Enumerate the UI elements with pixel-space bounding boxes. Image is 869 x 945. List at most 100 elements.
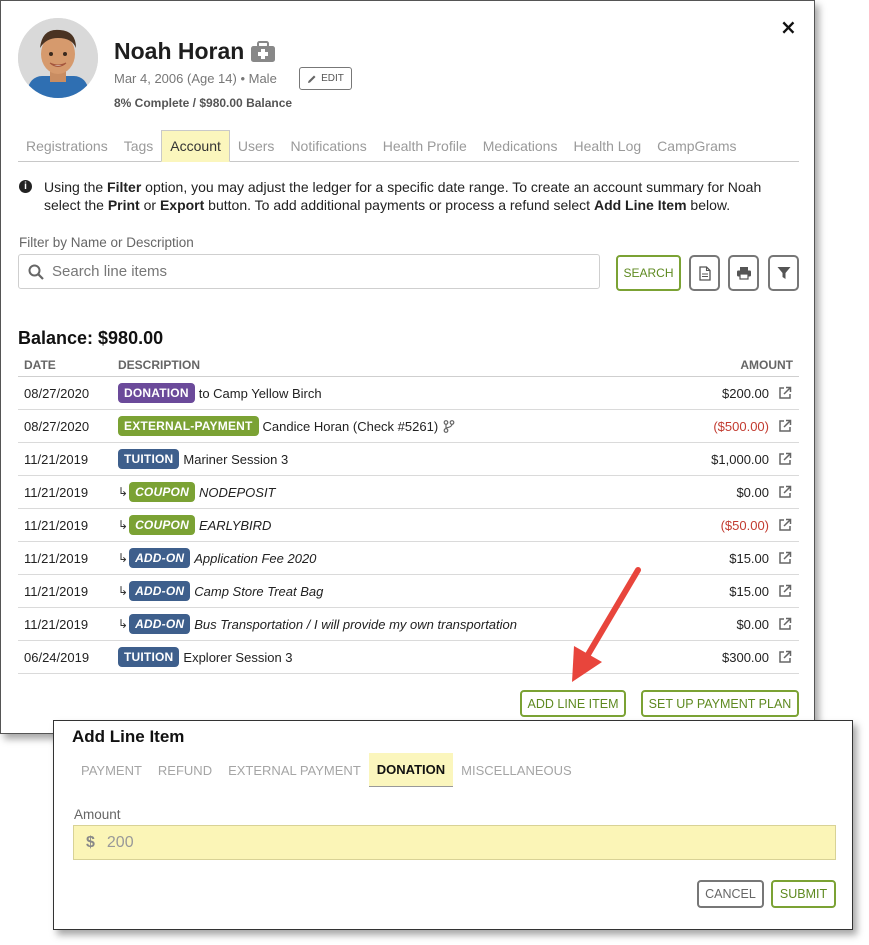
tab-health-log[interactable]: Health Log — [565, 130, 649, 161]
type-badge: COUPON — [129, 515, 195, 535]
student-meta: Mar 4, 2006 (Age 14) • Male — [114, 71, 277, 86]
description-text: Application Fee 2020 — [194, 550, 317, 566]
row-date: 11/21/2019 — [24, 451, 89, 467]
row-date: 11/21/2019 — [24, 583, 89, 599]
tab-bar: Registrations Tags Account Users Notificatio… — [18, 130, 799, 162]
edit-label: EDIT — [321, 73, 344, 84]
row-date: 06/24/2019 — [24, 649, 90, 665]
payment-plan-button[interactable]: SET UP PAYMENT PLAN — [641, 690, 799, 717]
header-amount: AMOUNT — [740, 357, 793, 372]
print-button[interactable] — [728, 255, 759, 291]
external-link-icon[interactable] — [778, 485, 792, 499]
type-badge: ADD-ON — [129, 614, 191, 634]
row-date: 11/21/2019 — [24, 484, 89, 500]
sub-item-arrow-icon: ↳ — [118, 584, 129, 598]
line-item-type-tabs: PAYMENT REFUND EXTERNAL PAYMENT DONATION MIS… — [73, 753, 580, 787]
description-text: to Camp Yellow Birch — [198, 385, 322, 401]
sub-item-arrow-icon: ↳ — [118, 518, 129, 532]
table-row: 11/21/2019 ↳ COUPON EARLYBIRD ($50.00) — [18, 509, 799, 542]
table-row: 11/21/2019 ↳ COUPON NODEPOSIT $0.00 — [18, 476, 799, 509]
export-button[interactable] — [689, 255, 720, 291]
row-description: TUITION Mariner Session 3 — [118, 449, 659, 469]
row-date: 08/27/2020 — [24, 385, 90, 401]
account-modal: × Noah Horan Mar 4, 2006 (Age 14) • Male… — [0, 0, 815, 734]
description-text: Explorer Session 3 — [183, 649, 293, 665]
medical-kit-icon[interactable] — [250, 41, 276, 63]
tab-donation[interactable]: DONATION — [368, 753, 454, 787]
external-link-icon[interactable] — [778, 584, 792, 598]
row-description: ↳ COUPON EARLYBIRD — [118, 515, 659, 535]
description-text: Candice Horan (Check #5261) — [262, 418, 439, 434]
tab-registrations[interactable]: Registrations — [18, 130, 116, 161]
search-box[interactable] — [18, 254, 600, 289]
amount-value[interactable]: 200 — [107, 834, 134, 852]
info-icon: i — [19, 180, 32, 193]
table-row: 11/21/2019 ↳ ADD-ON Application Fee 2020 $15… — [18, 542, 799, 575]
type-badge: ADD-ON — [129, 581, 191, 601]
external-link-icon[interactable] — [778, 617, 792, 631]
info-message: i Using the Filter option, you may adjus… — [19, 178, 794, 214]
table-row: 06/24/2019 TUITION Explorer Session 3 $300.… — [18, 641, 799, 674]
tab-campgrams[interactable]: CampGrams — [649, 130, 744, 161]
annotation-arrow — [572, 567, 641, 682]
tab-users[interactable]: Users — [230, 130, 283, 161]
tab-tags[interactable]: Tags — [116, 130, 162, 161]
tab-payment[interactable]: PAYMENT — [73, 753, 150, 787]
printer-icon — [736, 267, 751, 280]
external-link-icon[interactable] — [778, 551, 792, 565]
balance-heading: Balance: $980.00 — [18, 328, 164, 348]
search-input[interactable] — [52, 263, 572, 280]
tab-medications[interactable]: Medications — [475, 130, 566, 161]
submit-button[interactable]: SUBMIT — [771, 880, 836, 908]
row-date: 08/27/2020 — [24, 418, 90, 434]
external-link-icon[interactable] — [778, 419, 792, 433]
type-badge: COUPON — [129, 482, 195, 502]
external-link-icon[interactable] — [778, 518, 792, 532]
row-date: 11/21/2019 — [24, 616, 89, 632]
add-line-item-button[interactable]: ADD LINE ITEM — [520, 690, 626, 717]
filter-button[interactable] — [768, 255, 799, 291]
external-link-icon[interactable] — [778, 452, 792, 466]
document-icon — [698, 265, 711, 281]
search-icon — [28, 264, 44, 280]
table-row: 11/21/2019 TUITION Mariner Session 3 $1,000… — [18, 443, 799, 476]
sub-item-arrow-icon: ↳ — [118, 617, 129, 631]
description-text: Camp Store Treat Bag — [194, 583, 324, 599]
edit-button[interactable]: EDIT — [299, 67, 352, 90]
amount-label: Amount — [74, 807, 121, 822]
header-description: DESCRIPTION — [118, 357, 201, 372]
amount-field[interactable]: $ 200 — [73, 825, 836, 860]
close-icon[interactable]: × — [780, 15, 797, 39]
split-icon[interactable] — [443, 419, 455, 433]
tab-miscellaneous[interactable]: MISCELLANEOUS — [453, 753, 580, 787]
type-badge: DONATION — [118, 383, 195, 403]
description-text: NODEPOSIT — [198, 484, 276, 500]
cancel-button[interactable]: CANCEL — [697, 880, 764, 908]
info-text: Using the Filter option, you may adjust … — [44, 179, 762, 213]
row-date: 11/21/2019 — [24, 550, 89, 566]
search-button[interactable]: SEARCH — [616, 255, 681, 291]
description-text: Bus Transportation / I will provide my o… — [194, 616, 517, 632]
description-text: EARLYBIRD — [198, 517, 272, 533]
filter-label: Filter by Name or Description — [19, 235, 194, 250]
ledger-header: DATE DESCRIPTION AMOUNT — [18, 353, 799, 377]
tab-notifications[interactable]: Notifications — [282, 130, 374, 161]
table-row: 11/21/2019 ↳ ADD-ON Camp Store Treat Bag $15… — [18, 575, 799, 608]
avatar — [18, 18, 98, 98]
row-description: ↳ COUPON NODEPOSIT — [118, 482, 659, 502]
tab-refund[interactable]: REFUND — [150, 753, 220, 787]
row-date: 11/21/2019 — [24, 517, 89, 533]
tab-health-profile[interactable]: Health Profile — [375, 130, 475, 161]
tab-external-payment[interactable]: EXTERNAL PAYMENT — [220, 753, 369, 787]
tab-account[interactable]: Account — [161, 130, 230, 162]
row-description: DONATION to Camp Yellow Birch — [118, 383, 659, 403]
type-badge: ADD-ON — [129, 548, 191, 568]
table-row: 08/27/2020 DONATION to Camp Yellow Birch $2… — [18, 377, 799, 410]
filter-icon — [777, 267, 790, 279]
external-link-icon[interactable] — [778, 650, 792, 664]
external-link-icon[interactable] — [778, 386, 792, 400]
progress-text: 8% Complete / $980.00 Balance — [114, 96, 293, 110]
sub-item-arrow-icon: ↳ — [118, 485, 129, 499]
student-name: Noah Horan — [114, 38, 245, 64]
sub-item-arrow-icon: ↳ — [118, 551, 129, 565]
